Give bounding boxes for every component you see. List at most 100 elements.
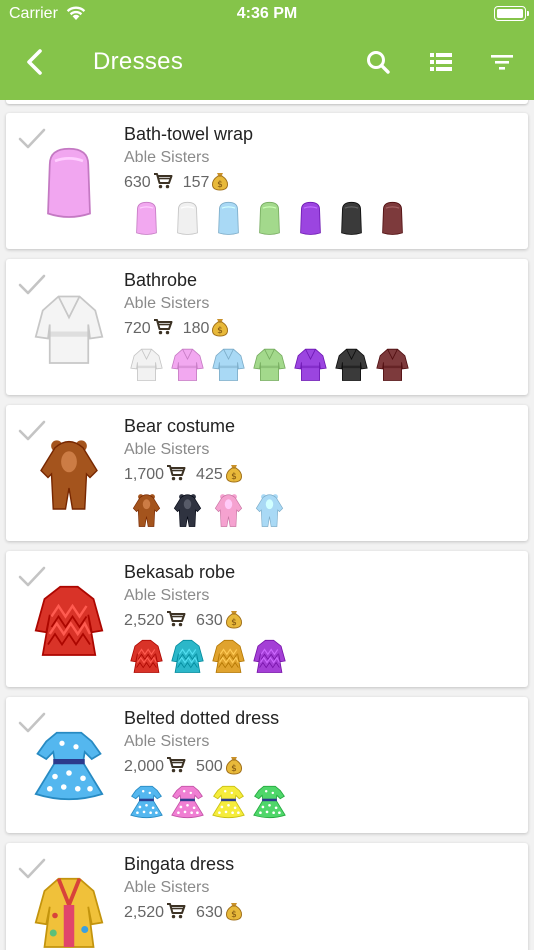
item-prices: 1,700 425 $ <box>124 464 253 486</box>
bell-bag-icon: $ <box>225 609 243 634</box>
app-bar: Dresses <box>0 30 534 94</box>
item-maker: Able Sisters <box>124 441 210 458</box>
item-maker: Able Sisters <box>124 879 210 896</box>
svg-text:$: $ <box>218 326 224 336</box>
svg-text:$: $ <box>231 472 237 482</box>
item-image <box>34 579 104 661</box>
variant-list <box>130 637 286 677</box>
item-card[interactable]: Bathrobe Able Sisters 720 180 $ <box>6 259 528 395</box>
variant-swatch[interactable] <box>171 637 204 675</box>
item-card[interactable]: Bingata dress Able Sisters 2,520 630 $ <box>6 843 528 950</box>
variant-swatch[interactable] <box>253 637 286 675</box>
variant-swatch[interactable] <box>253 345 286 383</box>
clock-time: 4:36 PM <box>236 5 298 22</box>
item-name: Bath-towel wrap <box>124 124 254 144</box>
variant-swatch[interactable] <box>376 345 409 383</box>
item-image <box>34 871 104 950</box>
buy-price: 2,520 <box>124 612 165 629</box>
item-prices: 2,000 500 $ <box>124 756 253 778</box>
sell-price: 425 <box>196 466 223 483</box>
search-icon[interactable] <box>362 46 394 78</box>
item-image <box>34 433 104 515</box>
buy-price: 630 <box>124 174 151 191</box>
list-view-icon[interactable] <box>425 46 457 78</box>
variant-swatch[interactable] <box>171 345 204 383</box>
item-card[interactable]: Bear costume Able Sisters 1,700 425 $ <box>6 405 528 541</box>
variant-list <box>130 199 409 239</box>
bell-bag-icon: $ <box>225 463 243 488</box>
cart-icon <box>166 902 186 925</box>
item-maker: Able Sisters <box>124 733 210 750</box>
item-name: Belted dotted dress <box>124 708 280 728</box>
buy-price: 1,700 <box>124 466 165 483</box>
item-prices: 720 180 $ <box>124 318 239 340</box>
item-image <box>34 725 104 807</box>
variant-swatch[interactable] <box>212 199 245 237</box>
variant-swatch[interactable] <box>294 199 327 237</box>
bell-bag-icon: $ <box>211 171 229 196</box>
sell-price: 630 <box>196 612 223 629</box>
variant-list <box>130 345 409 385</box>
item-name: Bear costume <box>124 416 236 436</box>
cart-icon <box>166 610 186 633</box>
bell-bag-icon: $ <box>225 901 243 926</box>
variant-swatch[interactable] <box>294 345 327 383</box>
item-card[interactable]: Bath-towel wrap Able Sisters 630 157 $ <box>6 113 528 249</box>
item-maker: Able Sisters <box>124 587 210 604</box>
previous-card-edge <box>6 100 528 104</box>
variant-swatch[interactable] <box>335 345 368 383</box>
variant-swatch[interactable] <box>212 783 245 821</box>
svg-text:$: $ <box>231 910 237 920</box>
variant-swatch[interactable] <box>376 199 409 237</box>
variant-swatch[interactable] <box>212 345 245 383</box>
variant-swatch[interactable] <box>130 637 163 675</box>
item-prices: 2,520 630 $ <box>124 902 253 924</box>
cart-icon <box>153 318 173 341</box>
battery-icon <box>494 6 529 21</box>
bell-bag-icon: $ <box>225 755 243 780</box>
bell-bag-icon: $ <box>211 317 229 342</box>
back-arrow-icon[interactable] <box>20 46 52 78</box>
sell-price: 180 <box>182 320 210 337</box>
buy-price: 2,520 <box>124 904 165 921</box>
item-maker: Able Sisters <box>124 295 210 312</box>
item-image <box>34 141 104 223</box>
variant-swatch[interactable] <box>171 199 204 237</box>
app-header: Carrier 4:36 PM Dresses <box>0 0 534 100</box>
item-maker: Able Sisters <box>124 149 210 166</box>
status-bar: Carrier 4:36 PM <box>0 0 534 30</box>
variant-swatch[interactable] <box>130 491 163 529</box>
cart-icon <box>153 172 173 195</box>
variant-swatch[interactable] <box>130 783 163 821</box>
sell-price: 157 <box>182 174 210 191</box>
svg-text:$: $ <box>218 180 224 190</box>
item-prices: 2,520 630 $ <box>124 610 253 632</box>
variant-swatch[interactable] <box>335 199 368 237</box>
variant-swatch[interactable] <box>212 637 245 675</box>
sell-price: 630 <box>196 904 223 921</box>
item-prices: 630 157 $ <box>124 172 239 194</box>
variant-swatch[interactable] <box>171 491 204 529</box>
variant-swatch[interactable] <box>130 345 163 383</box>
variant-swatch[interactable] <box>253 491 286 529</box>
filter-icon[interactable] <box>486 46 518 78</box>
svg-text:$: $ <box>231 764 237 774</box>
variant-list <box>130 491 286 531</box>
svg-text:$: $ <box>231 618 237 628</box>
item-list[interactable]: Bath-towel wrap Able Sisters 630 157 $ B… <box>0 100 534 950</box>
item-card[interactable]: Belted dotted dress Able Sisters 2,000 5… <box>6 697 528 833</box>
sell-price: 500 <box>196 758 223 775</box>
page-title: Dresses <box>93 48 184 75</box>
variant-list <box>130 783 286 823</box>
cart-icon <box>166 756 186 779</box>
buy-price: 720 <box>124 320 151 337</box>
variant-swatch[interactable] <box>253 783 286 821</box>
variant-swatch[interactable] <box>130 199 163 237</box>
item-card[interactable]: Bekasab robe Able Sisters 2,520 630 $ <box>6 551 528 687</box>
variant-swatch[interactable] <box>212 491 245 529</box>
variant-swatch[interactable] <box>253 199 286 237</box>
buy-price: 2,000 <box>124 758 165 775</box>
item-name: Bathrobe <box>124 270 198 290</box>
item-name: Bekasab robe <box>124 562 236 582</box>
variant-swatch[interactable] <box>171 783 204 821</box>
